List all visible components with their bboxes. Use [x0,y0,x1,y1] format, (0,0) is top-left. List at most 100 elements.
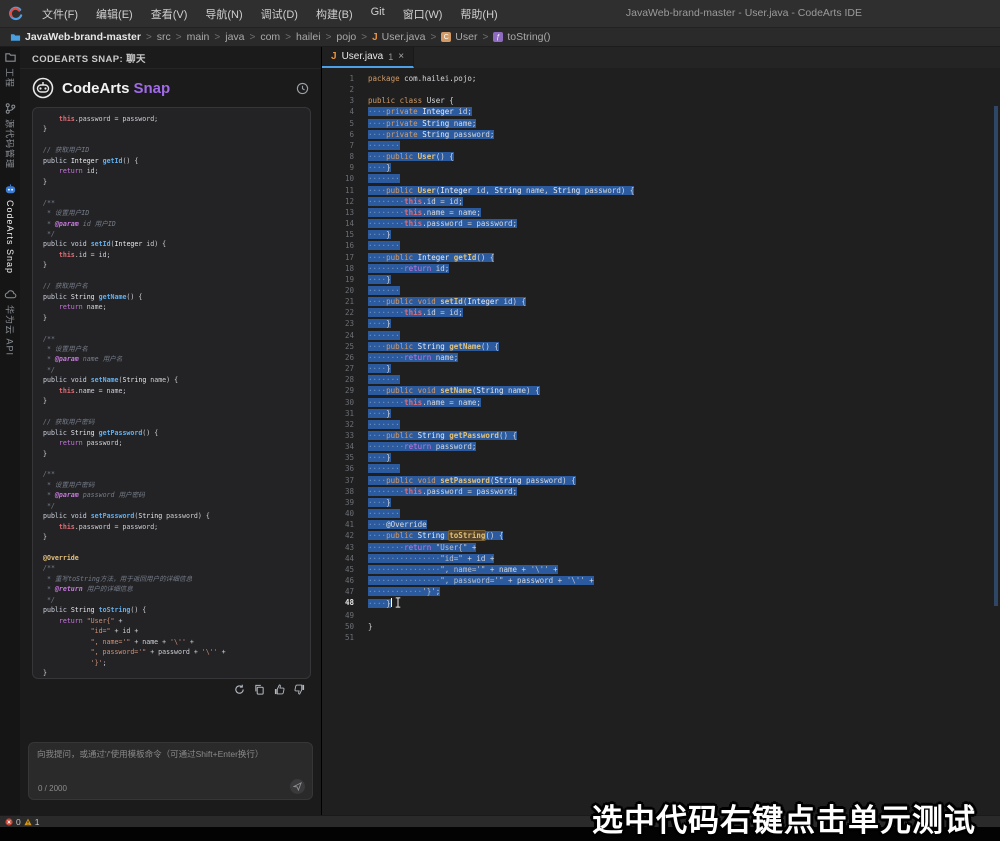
line-number: 34 [344,442,354,452]
tab-user-java[interactable]: J User.java 1 × [322,47,415,68]
code-line[interactable]: 2 [322,84,1000,95]
snap-code-line: this.id = id; [58,250,111,259]
code-line[interactable]: 36 ······· [322,463,1000,474]
code-line[interactable]: 13 ········this.name = name; [322,207,1000,218]
code-line[interactable]: 22 ········this.id = id; [322,307,1000,318]
code-line[interactable]: 39 ····} [322,497,1000,508]
code-line[interactable]: 35 ····} [322,452,1000,463]
code-line[interactable]: 17 ····public Integer getId() { [322,252,1000,263]
code-line[interactable]: 45 ················", name='" + name + '\… [322,564,1000,575]
line-number: 14 [344,219,354,229]
code-line[interactable]: 41 ····@Override [322,519,1000,530]
code-line[interactable]: 51 [322,632,1000,643]
error-icon[interactable] [5,817,13,826]
code-line[interactable]: 14 ········this.password = password; [322,218,1000,229]
snap-code-line: /** [43,470,55,479]
warning-icon[interactable] [24,818,32,826]
code-line[interactable]: 16 ······· [322,240,1000,251]
snap-code-line: * 设置用户名 [43,344,88,353]
breadcrumb-item[interactable]: C User [441,31,477,43]
code-line[interactable]: 5 ····private String name; [322,118,1000,129]
code-line[interactable]: 7 ······· [322,140,1000,151]
chat-input[interactable] [37,748,304,776]
code-line[interactable]: 34 ········return password; [322,441,1000,452]
regenerate-icon[interactable] [234,684,245,695]
code-line[interactable]: 9 ····} [322,162,1000,173]
menu-item[interactable]: 构建(B) [307,6,362,22]
breadcrumb-item[interactable]: main [187,31,210,43]
copy-icon[interactable] [254,684,265,695]
thumbs-up-icon[interactable] [274,684,285,695]
code-line[interactable]: 32 ······· [322,419,1000,430]
code-editor[interactable]: 1 package com.hailei.pojo; 2 3 public class… [322,68,1000,815]
code-line[interactable]: 6 ····private String password; [322,129,1000,140]
code-line[interactable]: 18 ········return id; [322,263,1000,274]
code-line[interactable]: 12 ········this.id = id; [322,196,1000,207]
history-clock-icon[interactable] [296,82,309,95]
code-line[interactable]: 40 ······· [322,508,1000,519]
menu-item[interactable]: 调试(D) [252,6,307,22]
code-line[interactable]: 38 ········this.password = password; [322,486,1000,497]
menu-item[interactable]: 编辑(E) [87,6,142,22]
menu-item[interactable]: 导航(N) [196,6,251,22]
code-line[interactable]: 33 ····public String getPassword() { [322,430,1000,441]
code-line[interactable]: 30 ········this.name = name; [322,397,1000,408]
code-line[interactable]: 28 ······· [322,374,1000,385]
code-line[interactable]: 23 ····} [322,318,1000,329]
code-line[interactable]: 44 ················"id=" + id + [322,553,1000,564]
code-line[interactable]: 3 public class User { [322,95,1000,106]
close-icon[interactable]: × [398,51,404,62]
error-count: 0 [16,816,21,827]
breadcrumb-item[interactable]: java [225,31,244,43]
code-line[interactable]: 25 ····public String getName() { [322,341,1000,352]
code-line[interactable]: 47 ············'}'; [322,586,1000,597]
activity-item-project[interactable]: 工程 [4,51,17,88]
code-line[interactable]: 46 ················", password='" + passw… [322,575,1000,586]
code-line[interactable]: 31 ····} [322,408,1000,419]
send-icon[interactable] [290,779,305,794]
menu-item[interactable]: Git [362,6,394,22]
code-line[interactable]: 1 package com.hailei.pojo; [322,73,1000,84]
code-line[interactable]: 49 [322,610,1000,621]
codearts-snap-panel: CODEARTS SNAP: 聊天 CodeArts Snap this.pas… [20,47,322,815]
breadcrumb-item[interactable]: JavaWeb-brand-master [10,31,141,43]
menu-item[interactable]: 窗口(W) [394,6,452,22]
snap-code-line: } [43,261,47,270]
thumbs-down-icon[interactable] [294,684,305,695]
line-number: 45 [344,564,354,574]
code-line[interactable]: 21 ····public void setId(Integer id) { [322,296,1000,307]
snap-code-block[interactable]: this.password = password;} // 获取用户ID publ… [32,107,311,679]
code-line[interactable]: 43 ········return "User{" + [322,542,1000,553]
code-line[interactable]: 4 ····private Integer id; [322,106,1000,117]
snap-code-line: * @param name 用户名 [43,355,123,364]
breadcrumb-item[interactable]: hailei [296,31,321,43]
code-line[interactable]: 48 ····} [322,597,1000,609]
breadcrumb-separator: > [145,31,152,43]
code-line[interactable]: 26 ········return name; [322,352,1000,363]
code-line[interactable]: 42 ····public String toString() { [322,530,1000,542]
code-line[interactable]: 27 ····} [322,363,1000,374]
breadcrumb-item[interactable]: pojo [336,31,356,43]
code-line[interactable]: 24 ······· [322,330,1000,341]
activity-item-source-control[interactable]: 源代码管理 [4,102,17,169]
code-line[interactable]: 37 ····public void setPassword(String pas… [322,475,1000,486]
breadcrumb-item[interactable]: ƒ toString() [493,31,551,43]
code-line[interactable]: 15 ····} [322,229,1000,240]
code-line[interactable]: 11 ····public User(Integer id, String nam… [322,185,1000,196]
menu-item[interactable]: 文件(F) [33,6,87,22]
breadcrumb-item[interactable]: J User.java [372,31,425,43]
code-line[interactable]: 8 ····public User() { [322,151,1000,162]
code-line[interactable]: 50} [322,621,1000,632]
breadcrumb-item[interactable]: com [260,31,280,43]
menu-item[interactable]: 查看(V) [142,6,197,22]
code-line[interactable]: 10 ······· [322,173,1000,184]
code-line[interactable]: 29 ····public void setName(String name) { [322,385,1000,396]
code-line[interactable]: 19 ····} [322,274,1000,285]
code-line[interactable]: 20 ······· [322,285,1000,296]
activity-item-huawei-cloud-api[interactable]: 华为云 API [4,288,17,356]
line-number: 42 [344,531,354,541]
breadcrumb-item[interactable]: src [157,31,171,43]
activity-item-codearts-snap[interactable]: CodeArts Snap [4,183,17,274]
menu-item[interactable]: 帮助(H) [451,6,506,22]
overview-ruler[interactable] [991,68,1000,815]
